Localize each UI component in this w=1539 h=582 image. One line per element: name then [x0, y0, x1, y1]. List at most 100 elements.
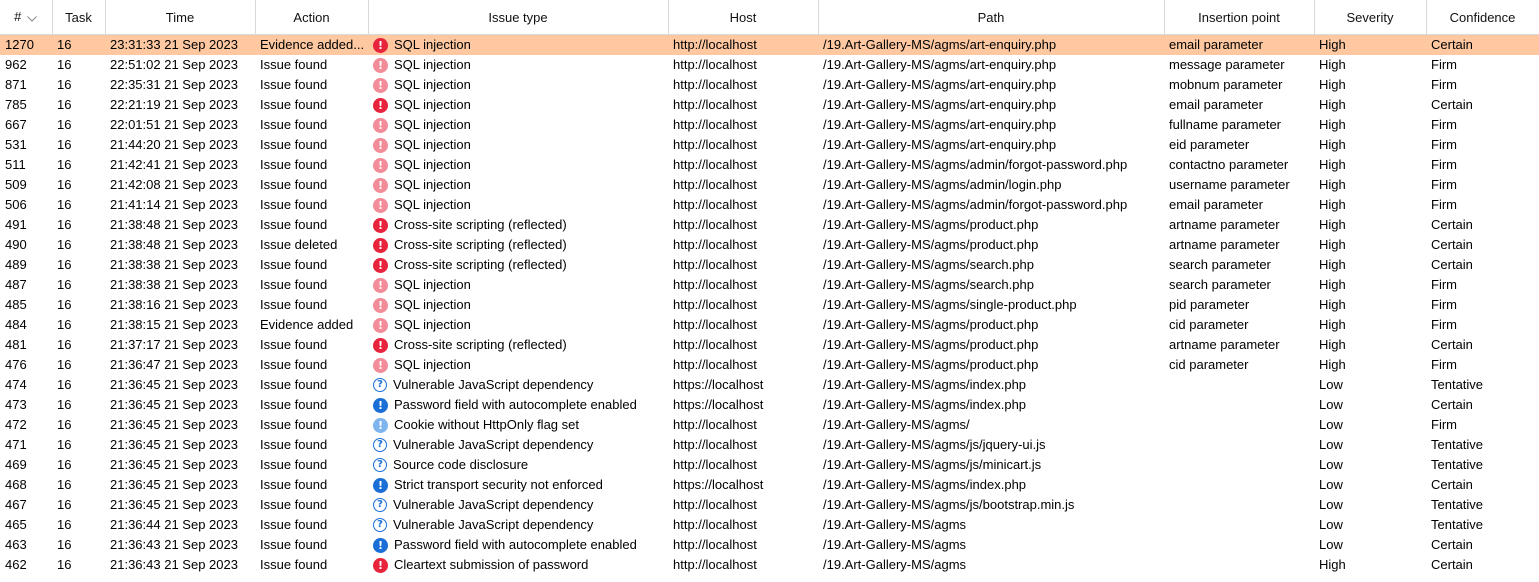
info-certain-icon: !: [373, 537, 388, 553]
issue-type-label: Cross-site scripting (reflected): [394, 337, 567, 352]
column-header-time[interactable]: Time: [105, 0, 256, 35]
cell-insertion-point: pid parameter: [1169, 297, 1250, 312]
high-severity-firm-icon: !: [373, 297, 388, 313]
cell-insertion-point: [1164, 515, 1314, 535]
column-header-insertion-point[interactable]: Insertion point: [1164, 0, 1315, 35]
issue-type-label: SQL injection: [394, 77, 471, 92]
table-row[interactable]: 491 16 21:38:48 21 Sep 2023 Issue found! Cro…: [0, 215, 1539, 235]
table-row[interactable]: 871 16 22:35:31 21 Sep 2023 Issue found! SQL…: [0, 75, 1539, 95]
table-row[interactable]: 462 16 21:36:43 21 Sep 2023 Issue found! Cle…: [0, 555, 1539, 575]
cell-insertion-point: message parameter: [1169, 57, 1285, 72]
cell-time: 22:51:02 21 Sep 2023: [110, 57, 238, 72]
table-row[interactable]: 1270 16 23:31:33 21 Sep 2023 Evidence added…: [0, 34, 1539, 55]
cell-issue-type: ! SQL injection: [368, 95, 668, 115]
cell-path: /19.Art-Gallery-MS/agms/index.php: [823, 377, 1027, 392]
table-row[interactable]: 472 16 21:36:45 21 Sep 2023 Issue found! Coo…: [0, 415, 1539, 435]
cell-confidence: Certain: [1431, 217, 1473, 232]
table-row[interactable]: 468 16 21:36:45 21 Sep 2023 Issue found! Str…: [0, 475, 1539, 495]
cell-time: 22:35:31 21 Sep 2023: [110, 77, 238, 92]
table-row[interactable]: 463 16 21:36:43 21 Sep 2023 Issue found! Pas…: [0, 535, 1539, 555]
info-certain-icon: !: [373, 397, 388, 413]
cell-insertion-point: email parameter: [1169, 97, 1263, 112]
cell-confidence: Certain: [1431, 257, 1473, 272]
table-header-row: # Task Time Action Issue type Host Path …: [0, 0, 1539, 35]
cell-insertion-point: artname parameter: [1169, 337, 1280, 352]
cell-host: http://localhost: [673, 197, 757, 212]
column-header-path[interactable]: Path: [818, 0, 1165, 35]
cell-severity: Low: [1319, 417, 1343, 432]
cell-severity: High: [1319, 297, 1346, 312]
table-row[interactable]: 489 16 21:38:38 21 Sep 2023 Issue found! Cro…: [0, 255, 1539, 275]
cell-issue-type: ! Strict transport security not enforced: [368, 475, 668, 495]
cell-severity: Low: [1319, 457, 1343, 472]
cell-action: Issue found: [260, 417, 328, 432]
table-row[interactable]: 469 16 21:36:45 21 Sep 2023 Issue found? Sou…: [0, 455, 1539, 475]
cell-time: 22:01:51 21 Sep 2023: [110, 117, 238, 132]
cell-action: Issue found: [260, 57, 328, 72]
table-row[interactable]: 484 16 21:38:15 21 Sep 2023 Evidence added!…: [0, 315, 1539, 335]
cell-confidence: Firm: [1431, 317, 1457, 332]
table-row[interactable]: 962 16 22:51:02 21 Sep 2023 Issue found! SQL…: [0, 55, 1539, 75]
cell-host: http://localhost: [673, 157, 757, 172]
cell-task: 16: [57, 77, 72, 92]
table-row[interactable]: 471 16 21:36:45 21 Sep 2023 Issue found? Vul…: [0, 435, 1539, 455]
cell-path: /19.Art-Gallery-MS/agms/index.php: [823, 397, 1027, 412]
issue-type-label: Source code disclosure: [393, 457, 529, 472]
cell-num: 469: [5, 457, 27, 472]
cell-action: Issue found: [260, 177, 328, 192]
column-header-severity[interactable]: Severity: [1314, 0, 1427, 35]
table-row[interactable]: 465 16 21:36:44 21 Sep 2023 Issue found? Vul…: [0, 515, 1539, 535]
cell-path: /19.Art-Gallery-MS/agms/art-enquiry.php: [818, 34, 1164, 55]
cell-num: 667: [5, 117, 27, 132]
cell-task: 16: [57, 517, 72, 532]
cell-time: 21:36:45 21 Sep 2023: [110, 497, 238, 512]
cell-severity: High: [1319, 217, 1346, 232]
cell-task: 16: [57, 397, 72, 412]
cell-severity: Low: [1319, 437, 1343, 452]
table-row[interactable]: 481 16 21:37:17 21 Sep 2023 Issue found! Cro…: [0, 335, 1539, 355]
column-header-task[interactable]: Task: [52, 0, 106, 35]
table-row[interactable]: 476 16 21:36:47 21 Sep 2023 Issue found! SQL…: [0, 355, 1539, 375]
table-row[interactable]: 490 16 21:38:48 21 Sep 2023 Issue deleted! C…: [0, 235, 1539, 255]
cell-num: 471: [5, 437, 27, 452]
table-row[interactable]: 667 16 22:01:51 21 Sep 2023 Issue found! SQL…: [0, 115, 1539, 135]
table-row[interactable]: 467 16 21:36:45 21 Sep 2023 Issue found? Vul…: [0, 495, 1539, 515]
cell-time: 21:38:48 21 Sep 2023: [110, 237, 238, 252]
cell-action: Issue found: [260, 137, 328, 152]
issue-type-label: SQL injection: [394, 317, 471, 332]
cell-num: 467: [5, 497, 27, 512]
cell-host: http://localhost: [668, 34, 818, 55]
cell-task: 16: [57, 177, 72, 192]
cell-issue-type: ! SQL injection: [368, 175, 668, 195]
issue-type-label: Cleartext submission of password: [394, 557, 589, 572]
column-header-confidence[interactable]: Confidence: [1426, 0, 1539, 35]
cell-action: Evidence added: [260, 317, 354, 332]
column-header-action[interactable]: Action: [255, 0, 369, 35]
issue-type-label: Vulnerable JavaScript dependency: [393, 377, 594, 392]
cell-host: http://localhost: [673, 557, 757, 572]
high-severity-firm-icon: !: [373, 197, 388, 213]
table-row[interactable]: 487 16 21:38:38 21 Sep 2023 Issue found! SQL…: [0, 275, 1539, 295]
cell-action: Issue found: [260, 357, 328, 372]
column-header-issue-type[interactable]: Issue type: [368, 0, 669, 35]
column-header-host[interactable]: Host: [668, 0, 819, 35]
cell-time: 21:42:08 21 Sep 2023: [110, 177, 238, 192]
table-row[interactable]: 506 16 21:41:14 21 Sep 2023 Issue found! SQL…: [0, 195, 1539, 215]
table-row[interactable]: 531 16 21:44:20 21 Sep 2023 Issue found! SQL…: [0, 135, 1539, 155]
cell-host: http://localhost: [673, 537, 757, 552]
cell-action: Issue found: [260, 197, 328, 212]
cell-task: 16: [57, 357, 72, 372]
cell-confidence: Certain: [1431, 337, 1473, 352]
cell-issue-type: ! Password field with autocomplete enable…: [368, 395, 668, 415]
column-header-num[interactable]: #: [0, 0, 53, 35]
table-row[interactable]: 785 16 22:21:19 21 Sep 2023 Issue found! SQL…: [0, 95, 1539, 115]
cell-severity: High: [1319, 117, 1346, 132]
table-row[interactable]: 473 16 21:36:45 21 Sep 2023 Issue found! Pas…: [0, 395, 1539, 415]
table-row[interactable]: 485 16 21:38:16 21 Sep 2023 Issue found! SQL…: [0, 295, 1539, 315]
table-row[interactable]: 509 16 21:42:08 21 Sep 2023 Issue found! SQL…: [0, 175, 1539, 195]
cell-issue-type: ? Source code disclosure: [368, 455, 668, 475]
issue-type-label: Cookie without HttpOnly flag set: [394, 417, 579, 432]
cell-action: Issue found: [260, 117, 328, 132]
table-row[interactable]: 474 16 21:36:45 21 Sep 2023 Issue found? Vul…: [0, 375, 1539, 395]
table-row[interactable]: 511 16 21:42:41 21 Sep 2023 Issue found! SQL…: [0, 155, 1539, 175]
